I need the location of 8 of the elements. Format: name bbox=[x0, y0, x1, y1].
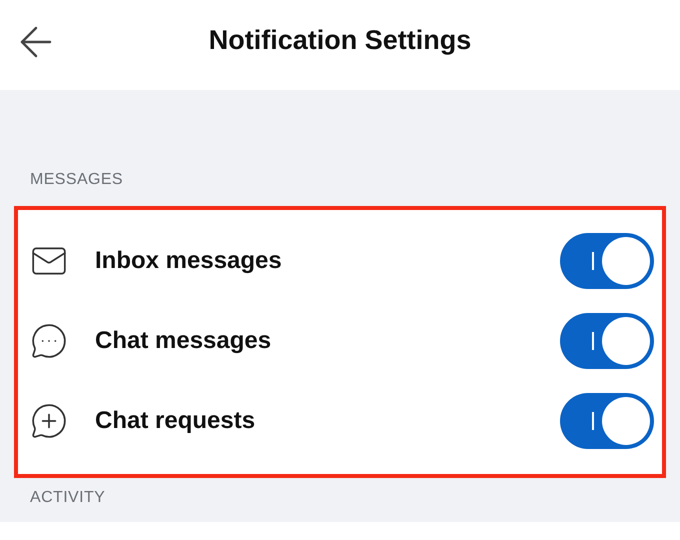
setting-label: Chat messages bbox=[95, 326, 272, 356]
setting-label: Inbox messages bbox=[95, 246, 283, 276]
setting-label: Chat requests bbox=[95, 406, 256, 436]
chat-bubble-icon bbox=[30, 322, 68, 360]
section-heading: MESSAGES bbox=[30, 171, 124, 188]
page-title: Notification Settings bbox=[208, 24, 472, 57]
chat-plus-icon bbox=[30, 402, 68, 440]
section-heading: ACTIVITY bbox=[30, 489, 106, 506]
